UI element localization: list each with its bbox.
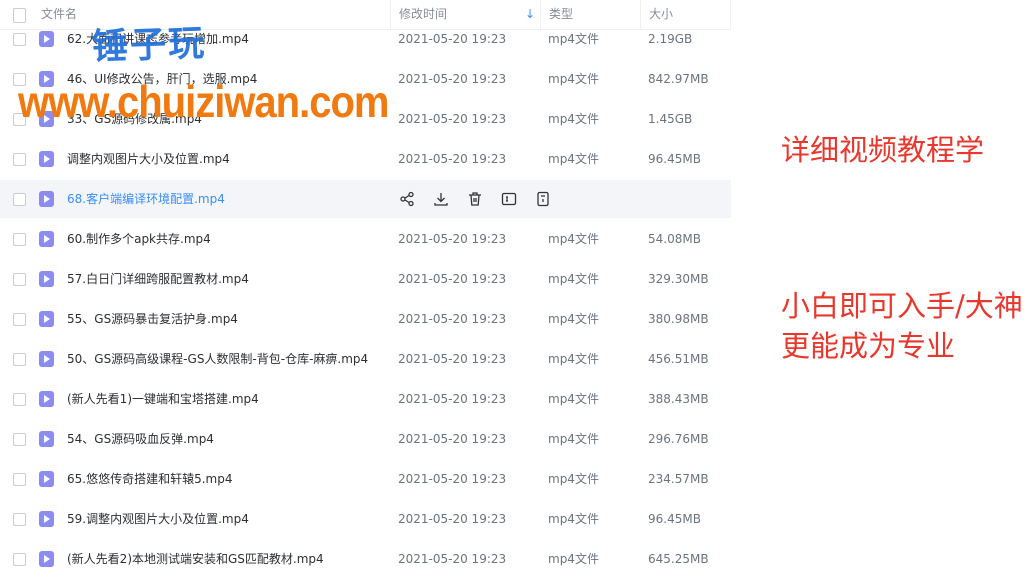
file-row[interactable]: 68.客户端编译环境配置.mp4: [0, 180, 731, 218]
file-type: mp4文件: [548, 232, 599, 246]
more-icon[interactable]: [534, 190, 552, 208]
file-name[interactable]: 50、GS源码高级课程-GS人数限制-背包-仓库-麻痹.mp4: [67, 340, 368, 378]
video-file-icon: [39, 31, 54, 47]
modified-time: 2021-05-20 19:23: [398, 112, 507, 126]
file-type: mp4文件: [548, 552, 599, 566]
file-size: 234.57MB: [648, 472, 709, 486]
file-row[interactable]: 59.调整内观图片大小及位置.mp4 2021-05-20 19:23 mp4文件 9…: [0, 500, 731, 538]
video-file-icon: [39, 271, 54, 287]
modified-time: 2021-05-20 19:23: [398, 512, 507, 526]
file-type: mp4文件: [548, 352, 599, 366]
file-type: mp4文件: [548, 272, 599, 286]
modified-time: 2021-05-20 19:23: [398, 432, 507, 446]
file-row[interactable]: 调整内观图片大小及位置.mp4 2021-05-20 19:23 mp4文件 96.4…: [0, 140, 731, 178]
file-name[interactable]: 65.悠悠传奇搭建和轩辕5.mp4: [67, 460, 232, 498]
row-checkbox[interactable]: [13, 313, 26, 326]
file-size: 842.97MB: [648, 72, 709, 86]
file-name[interactable]: 调整内观图片大小及位置.mp4: [67, 140, 230, 178]
file-row[interactable]: (新人先看2)本地测试端安装和GS匹配教材.mp4 2021-05-20 19:2…: [0, 540, 731, 578]
file-type: mp4文件: [548, 32, 599, 46]
file-type: mp4文件: [548, 432, 599, 446]
file-name[interactable]: 55、GS源码暴击复活护身.mp4: [67, 300, 238, 338]
file-size: 54.08MB: [648, 232, 701, 246]
file-row[interactable]: (新人先看1)一键端和宝塔搭建.mp4 2021-05-20 19:23 mp4文件…: [0, 380, 731, 418]
file-size: 329.30MB: [648, 272, 709, 286]
file-type: mp4文件: [548, 312, 599, 326]
file-name[interactable]: 57.白日门详细跨服配置教材.mp4: [67, 260, 249, 298]
file-type: mp4文件: [548, 72, 599, 86]
modified-time: 2021-05-20 19:23: [398, 392, 507, 406]
video-file-icon: [39, 351, 54, 367]
file-row[interactable]: 57.白日门详细跨服配置教材.mp4 2021-05-20 19:23 mp4文件 3…: [0, 260, 731, 298]
video-file-icon: [39, 151, 54, 167]
file-name[interactable]: (新人先看1)一键端和宝塔搭建.mp4: [67, 380, 259, 418]
row-checkbox[interactable]: [13, 273, 26, 286]
file-row[interactable]: 65.悠悠传奇搭建和轩辕5.mp4 2021-05-20 19:23 mp4文件 23…: [0, 460, 731, 498]
modified-time: 2021-05-20 19:23: [398, 352, 507, 366]
video-file-icon: [39, 551, 54, 567]
file-size: 1.45GB: [648, 112, 693, 126]
file-size: 380.98MB: [648, 312, 709, 326]
row-checkbox[interactable]: [13, 233, 26, 246]
modified-time: 2021-05-20 19:23: [398, 152, 507, 166]
file-size: 96.45MB: [648, 512, 701, 526]
file-name[interactable]: 59.调整内观图片大小及位置.mp4: [67, 500, 249, 538]
video-file-icon: [39, 471, 54, 487]
video-file-icon: [39, 391, 54, 407]
modified-time: 2021-05-20 19:23: [398, 232, 507, 246]
file-size: 456.51MB: [648, 352, 709, 366]
video-file-icon: [39, 431, 54, 447]
video-file-icon: [39, 231, 54, 247]
video-file-icon: [39, 511, 54, 527]
file-size: 645.25MB: [648, 552, 709, 566]
file-size: 2.19GB: [648, 32, 693, 46]
modified-time: 2021-05-20 19:23: [398, 312, 507, 326]
file-type: mp4文件: [548, 512, 599, 526]
file-type: mp4文件: [548, 152, 599, 166]
promo-text-line-3: 更能成为专业: [781, 329, 956, 363]
watermark-logo-cn: 锤子玩: [91, 22, 207, 68]
file-name[interactable]: 54、GS源码吸血反弹.mp4: [67, 420, 214, 458]
file-row[interactable]: 50、GS源码高级课程-GS人数限制-背包-仓库-麻痹.mp4 2021-05-2…: [0, 340, 731, 378]
file-row[interactable]: 55、GS源码暴击复活护身.mp4 2021-05-20 19:23 mp4文件 38…: [0, 300, 731, 338]
file-type: mp4文件: [548, 472, 599, 486]
modified-time: 2021-05-20 19:23: [398, 32, 507, 46]
row-checkbox[interactable]: [13, 513, 26, 526]
delete-icon[interactable]: [466, 190, 484, 208]
row-checkbox[interactable]: [13, 193, 26, 206]
file-type: mp4文件: [548, 392, 599, 406]
row-checkbox[interactable]: [13, 353, 26, 366]
modified-time: 2021-05-20 19:23: [398, 272, 507, 286]
row-checkbox[interactable]: [13, 153, 26, 166]
modified-time: 2021-05-20 19:23: [398, 72, 507, 86]
row-checkbox[interactable]: [13, 553, 26, 566]
file-name[interactable]: (新人先看2)本地测试端安装和GS匹配教材.mp4: [67, 540, 324, 578]
watermark-logo-url: www.chuiziwan.com: [18, 78, 389, 128]
modified-time: 2021-05-20 19:23: [398, 472, 507, 486]
row-checkbox[interactable]: [13, 393, 26, 406]
file-row[interactable]: 54、GS源码吸血反弹.mp4 2021-05-20 19:23 mp4文件 296.…: [0, 420, 731, 458]
row-checkbox[interactable]: [13, 33, 26, 46]
file-size: 296.76MB: [648, 432, 709, 446]
file-name[interactable]: 68.客户端编译环境配置.mp4: [67, 180, 225, 218]
file-row[interactable]: 60.制作多个apk共存.mp4 2021-05-20 19:23 mp4文件 54.…: [0, 220, 731, 258]
file-type: mp4文件: [548, 112, 599, 126]
promo-text-line-2: 小白即可入手/大神: [781, 289, 1023, 323]
rename-icon[interactable]: [500, 190, 518, 208]
file-size: 388.43MB: [648, 392, 709, 406]
modified-time: 2021-05-20 19:23: [398, 552, 507, 566]
share-icon[interactable]: [398, 190, 416, 208]
row-checkbox[interactable]: [13, 433, 26, 446]
file-size: 96.45MB: [648, 152, 701, 166]
video-file-icon: [39, 311, 54, 327]
video-file-icon: [39, 191, 54, 207]
promo-text-line-1: 详细视频教程学: [781, 133, 985, 167]
row-checkbox[interactable]: [13, 473, 26, 486]
download-icon[interactable]: [432, 190, 450, 208]
file-name[interactable]: 60.制作多个apk共存.mp4: [67, 220, 211, 258]
